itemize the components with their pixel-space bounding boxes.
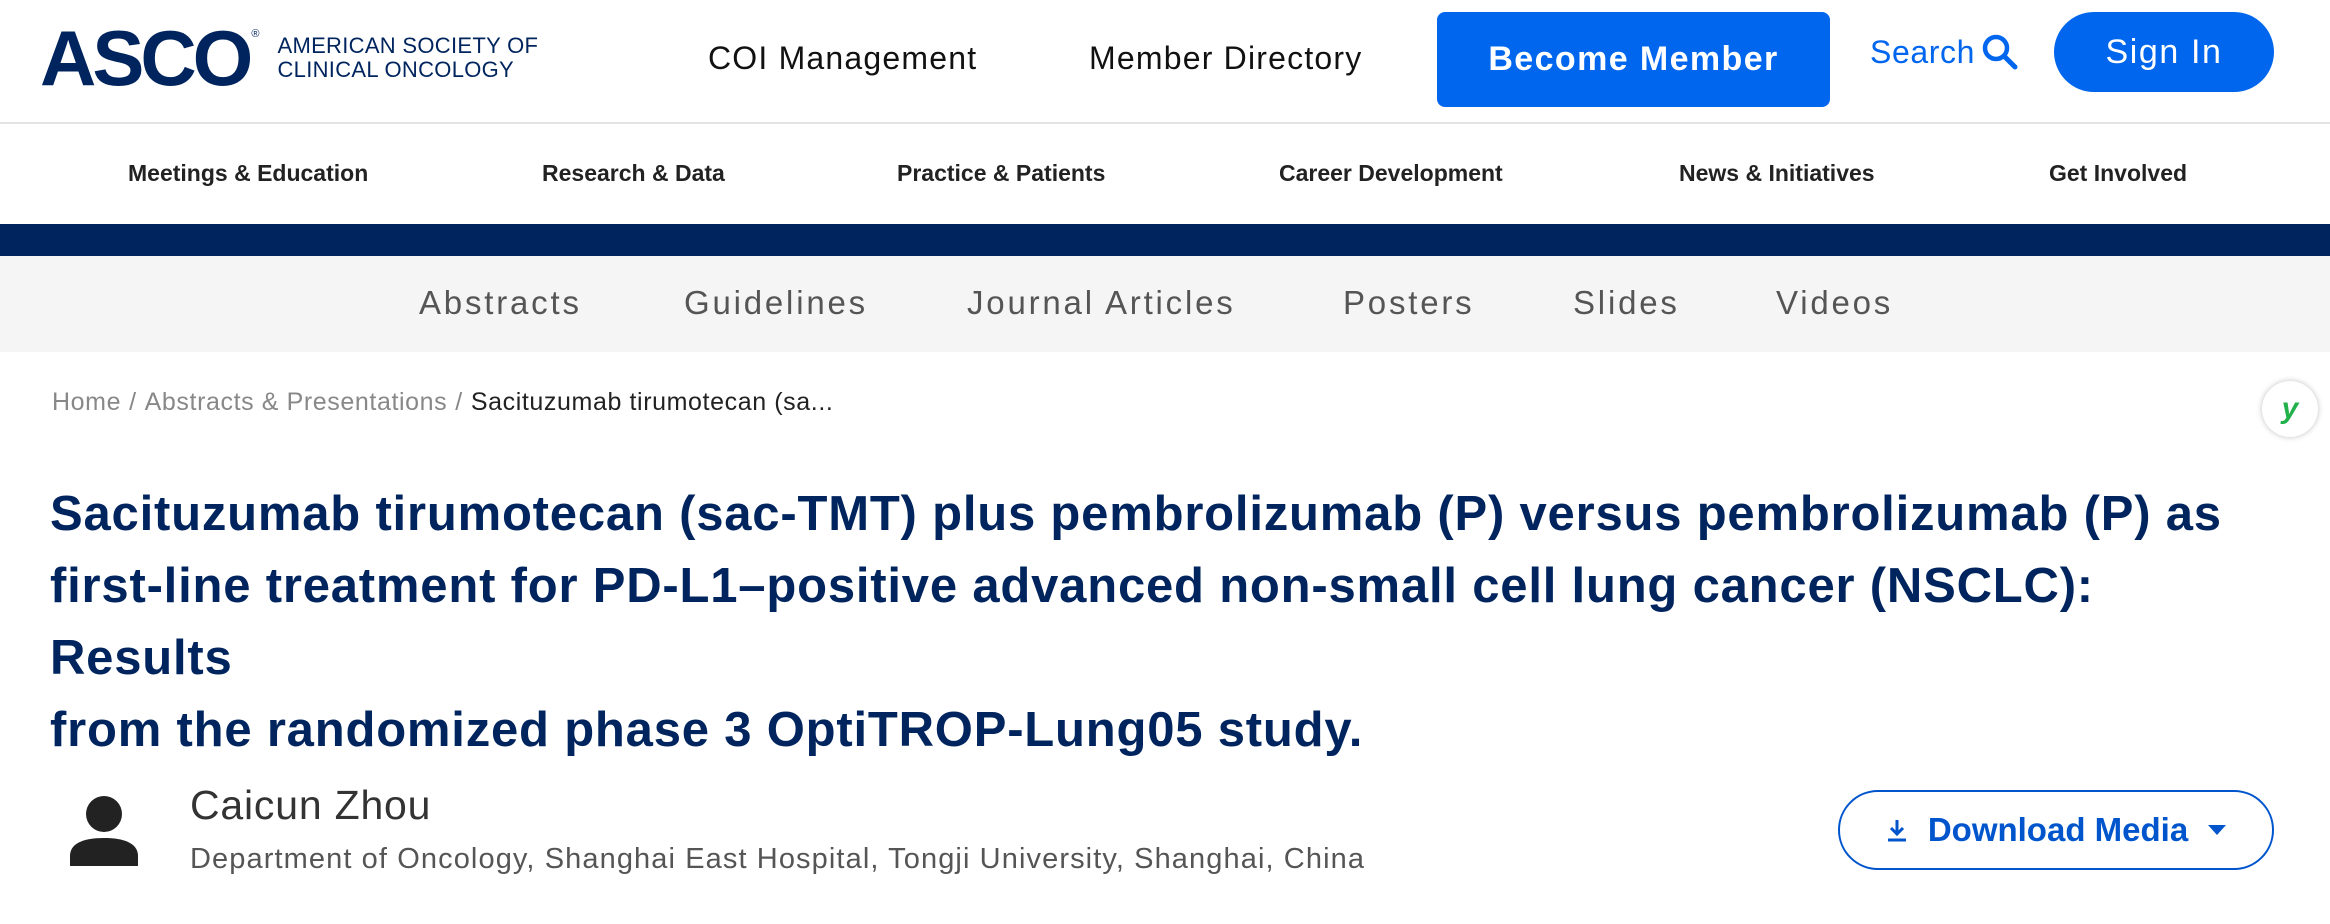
download-media-button[interactable]: Download Media [1838,790,2274,870]
person-icon [70,796,138,866]
search-label: Search [1870,33,1975,70]
tab-guidelines[interactable]: Guidelines [684,284,868,322]
tab-posters[interactable]: Posters [1343,284,1474,322]
logo-text: AMERICAN SOCIETY OF CLINICAL ONCOLOGY [277,34,538,82]
breadcrumb-current: Sacituzumab tirumotecan (sa... [470,388,834,416]
breadcrumb-separator: / [455,388,463,416]
sub-nav: Abstracts Guidelines Journal Articles Po… [0,256,2330,352]
tab-journal-articles[interactable]: Journal Articles [967,284,1236,322]
nav-news-initiatives[interactable]: News & Initiatives [1679,160,1875,187]
search-link[interactable]: Search [1870,30,2019,74]
nav-meetings-education[interactable]: Meetings & Education [128,160,368,187]
registered-mark: ® [251,28,260,40]
tab-abstracts[interactable]: Abstracts [419,284,582,322]
sign-in-button[interactable]: Sign In [2054,12,2274,92]
nav-practice-patients[interactable]: Practice & Patients [897,160,1105,187]
badge-letter: y [2281,392,2299,425]
title-line: from the randomized phase 3 OptiTROP-Lun… [50,703,1364,757]
coi-management-link[interactable]: COI Management [708,40,977,77]
author-affiliation: Department of Oncology, Shanghai East Ho… [190,843,1366,875]
become-member-button[interactable]: Become Member [1437,12,1830,107]
nav-career-development[interactable]: Career Development [1279,160,1503,187]
logo-mark: ASCO [40,14,253,102]
top-header: ASCO ® AMERICAN SOCIETY OF CLINICAL ONCO… [0,0,2330,124]
tab-slides[interactable]: Slides [1573,284,1680,322]
logo-text-line2: CLINICAL ONCOLOGY [277,57,515,82]
main-nav: Meetings & Education Research & Data Pra… [0,124,2330,224]
nav-get-involved[interactable]: Get Involved [2049,160,2187,187]
logo-text-line1: AMERICAN SOCIETY OF [277,33,539,58]
title-line: first-line treatment for PD-L1–positive … [50,559,2094,685]
chevron-down-icon [2208,825,2227,835]
asco-logo[interactable]: ASCO ® AMERICAN SOCIETY OF CLINICAL ONCO… [40,14,538,102]
tab-videos[interactable]: Videos [1776,284,1893,322]
breadcrumb-home[interactable]: Home [52,388,121,417]
member-directory-link[interactable]: Member Directory [1089,40,1362,77]
page-title: Sacituzumab tirumotecan (sac-TMT) plus p… [50,478,2290,766]
breadcrumb-separator: / [129,388,137,416]
author-name: Caicun Zhou [190,782,432,828]
navy-divider-bar [0,224,2330,256]
download-icon [1887,820,1906,842]
download-media-label: Download Media [1927,811,2189,848]
title-line: Sacituzumab tirumotecan (sac-TMT) plus p… [50,487,2222,541]
nav-research-data[interactable]: Research & Data [542,160,725,187]
y-logo-icon[interactable]: y [2262,381,2318,437]
breadcrumb: Home / Abstracts & Presentations / Sacit… [52,388,833,417]
breadcrumb-abstracts-presentations[interactable]: Abstracts & Presentations [145,388,448,417]
search-icon [1982,34,2018,70]
